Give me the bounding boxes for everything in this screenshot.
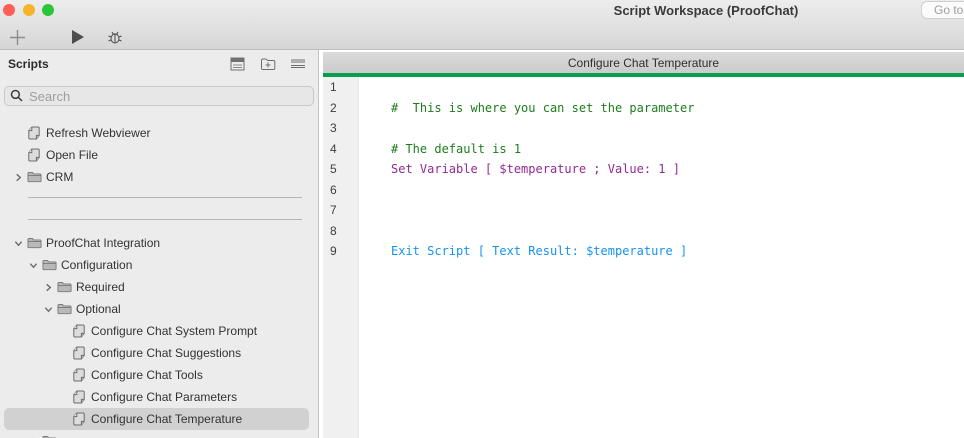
- new-script-icon[interactable]: [6, 26, 28, 48]
- folder-icon: [55, 303, 73, 315]
- title-bar: Script Workspace (ProofChat) Go to: [0, 0, 964, 50]
- sidebar-item-configuration[interactable]: Configuration: [0, 254, 318, 276]
- line-number: 9: [330, 244, 337, 259]
- sidebar-item-label: Configuration: [61, 258, 133, 272]
- code-line[interactable]: 7: [323, 200, 964, 221]
- folder-icon: [40, 259, 58, 271]
- list-separator: [0, 188, 318, 210]
- code-text: Set Variable [ $temperature ; Value: 1 ]: [391, 162, 680, 177]
- script-icon: [70, 346, 88, 360]
- sidebar-item-open-file[interactable]: Open File: [0, 144, 318, 166]
- window-title: Script Workspace (ProofChat): [613, 3, 799, 18]
- line-number: 8: [330, 223, 337, 238]
- line-number: 7: [330, 203, 337, 218]
- sidebar-item-proofchat-integration[interactable]: ProofChat Integration: [0, 232, 318, 254]
- code-line[interactable]: 2 # This is where you can set the parame…: [323, 98, 964, 119]
- sidebar-item-label: Configure Chat Temperature: [91, 412, 243, 426]
- code-line[interactable]: 4 # The default is 1: [323, 139, 964, 160]
- code-text: Exit Script [ Text Result: $temperature …: [391, 244, 688, 259]
- sidebar-item-label: Open File: [46, 148, 99, 162]
- sidebar-row[interactable]: [0, 430, 318, 438]
- sidebar-item-optional[interactable]: Optional: [0, 298, 318, 320]
- folder-icon: [25, 171, 43, 183]
- chevron-right-icon[interactable]: [42, 283, 55, 292]
- sidebar-item-label: Configure Chat Tools: [91, 368, 203, 382]
- script-icon: [70, 412, 88, 426]
- sidebar-item-label: Refresh Webviewer: [46, 126, 151, 140]
- code-line[interactable]: 3: [323, 118, 964, 139]
- code-line[interactable]: 1: [323, 77, 964, 98]
- list-separator: [0, 210, 318, 232]
- script-editor-pane: Configure Chat Temperature 1 2 # This is…: [320, 50, 964, 438]
- new-script-list-icon[interactable]: [229, 56, 246, 71]
- script-icon: [25, 126, 43, 140]
- line-number: 2: [330, 100, 337, 115]
- new-folder-icon[interactable]: [259, 56, 276, 71]
- sidebar-item-label: Configure Chat Parameters: [91, 390, 238, 404]
- sidebar-item-configure-chat-suggestions[interactable]: Configure Chat Suggestions: [0, 342, 318, 364]
- search-input[interactable]: [4, 86, 314, 106]
- sidebar-item-label: Configure Chat Suggestions: [91, 346, 242, 360]
- sidebar-header: Scripts: [0, 50, 318, 77]
- script-icon: [70, 324, 88, 338]
- sidebar-item-required[interactable]: Required: [0, 276, 318, 298]
- script-icon: [25, 148, 43, 162]
- run-script-icon[interactable]: [66, 26, 88, 48]
- scripts-list: Refresh Webviewer Open File CRM ProofCha…: [0, 122, 318, 438]
- line-number: 4: [330, 141, 337, 156]
- code-line[interactable]: 5 Set Variable [ $temperature ; Value: 1…: [323, 159, 964, 180]
- sidebar-title: Scripts: [8, 56, 49, 71]
- line-number: 3: [330, 121, 337, 136]
- script-icon: [70, 368, 88, 382]
- tab-configure-chat-temperature[interactable]: Configure Chat Temperature: [323, 52, 964, 73]
- sidebar-item-label: ProofChat Integration: [46, 236, 161, 250]
- code-line[interactable]: 9 Exit Script [ Text Result: $temperatur…: [323, 241, 964, 262]
- goto-field[interactable]: Go to: [921, 1, 964, 19]
- scripts-sidebar: Scripts Search Refresh Webviewer Open Fi…: [0, 50, 319, 438]
- tab-label: Configure Chat Temperature: [567, 55, 720, 70]
- code-line[interactable]: 6: [323, 180, 964, 201]
- line-number: 1: [330, 80, 337, 95]
- sidebar-item-refresh-webviewer[interactable]: Refresh Webviewer: [0, 122, 318, 144]
- sidebar-item-label: CRM: [46, 170, 74, 184]
- line-number: 5: [330, 162, 337, 177]
- code-lines: 1 2 # This is where you can set the para…: [323, 77, 964, 262]
- debug-script-icon[interactable]: [104, 26, 126, 48]
- sidebar-item-configure-chat-temperature[interactable]: Configure Chat Temperature: [0, 408, 318, 430]
- code-text: # This is where you can set the paramete…: [391, 100, 695, 115]
- sidebar-item-label: Required: [76, 280, 125, 294]
- minimize-button[interactable]: [23, 4, 35, 16]
- code-editor[interactable]: 1 2 # This is where you can set the para…: [323, 77, 964, 438]
- code-text: # The default is 1: [391, 141, 522, 156]
- close-button[interactable]: [3, 4, 15, 16]
- folder-icon: [25, 237, 43, 249]
- chevron-down-icon[interactable]: [12, 239, 25, 248]
- chevron-down-icon[interactable]: [27, 261, 40, 270]
- chevron-down-icon[interactable]: [42, 305, 55, 314]
- search-field-wrap: [4, 86, 314, 106]
- line-number: 6: [330, 182, 337, 197]
- organize-lines-icon[interactable]: [289, 56, 306, 71]
- zoom-button[interactable]: [42, 4, 54, 16]
- sidebar-item-crm[interactable]: CRM: [0, 166, 318, 188]
- script-icon: [70, 390, 88, 404]
- sidebar-item-configure-chat-system-prompt[interactable]: Configure Chat System Prompt: [0, 320, 318, 342]
- chevron-right-icon[interactable]: [12, 173, 25, 182]
- script-workspace-window: { "window": { "title": "Script Workspace…: [0, 0, 964, 438]
- sidebar-item-configure-chat-parameters[interactable]: Configure Chat Parameters: [0, 386, 318, 408]
- folder-icon: [55, 281, 73, 293]
- search-icon: [10, 89, 23, 107]
- sidebar-item-label: Configure Chat System Prompt: [91, 324, 258, 338]
- code-line[interactable]: 8: [323, 221, 964, 242]
- sidebar-item-label: Optional: [76, 302, 121, 316]
- sidebar-item-configure-chat-tools[interactable]: Configure Chat Tools: [0, 364, 318, 386]
